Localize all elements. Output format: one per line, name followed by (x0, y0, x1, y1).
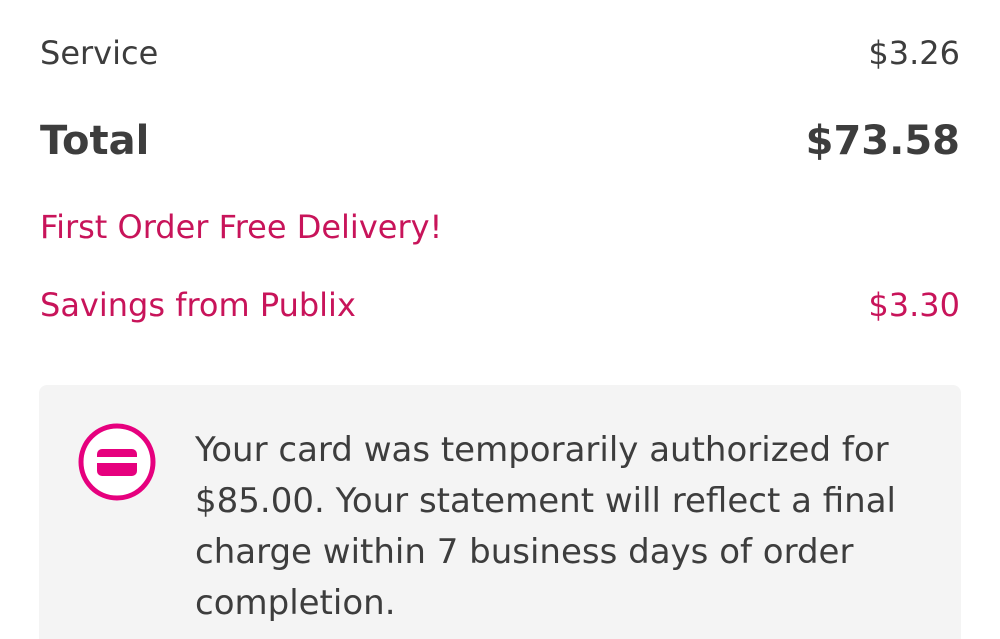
authorization-notice-text: Your card was temporarily authorized for… (195, 430, 896, 623)
total-value: $73.58 (805, 118, 960, 164)
credit-card-icon (77, 422, 157, 502)
service-fee-value: $3.26 (868, 34, 960, 72)
service-fee-label: Service (40, 34, 159, 72)
promo-row: First Order Free Delivery! (40, 208, 960, 246)
promo-label: First Order Free Delivery! (40, 208, 443, 246)
card-authorization-notice: Your card was temporarily authorized for… (39, 385, 961, 639)
savings-value: $3.30 (868, 286, 960, 324)
total-label: Total (40, 118, 150, 164)
savings-row: Savings from Publix $3.30 (40, 286, 960, 324)
total-row: Total $73.58 (40, 118, 960, 164)
savings-label: Savings from Publix (40, 286, 356, 324)
service-fee-row: Service $3.26 (40, 34, 960, 72)
